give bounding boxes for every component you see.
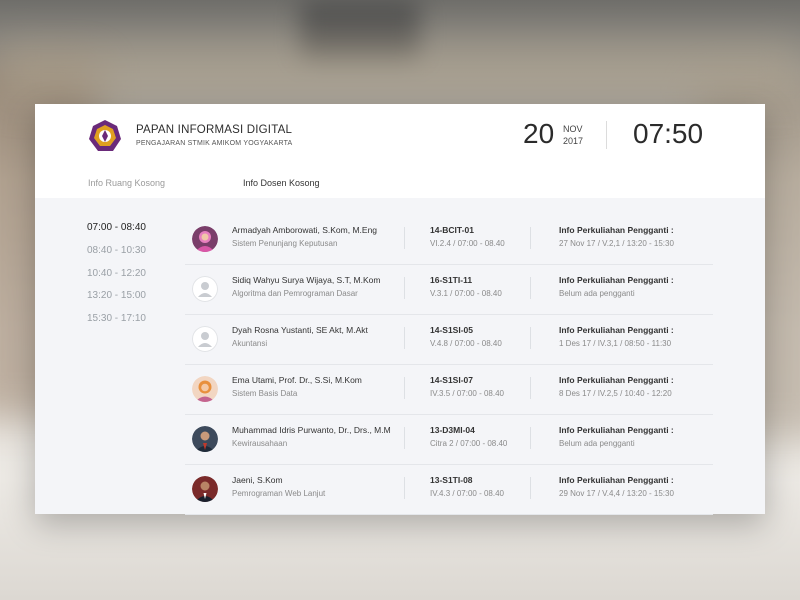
class-code: 13-D3MI-04 [430,425,475,435]
replacement-info-value: 8 Des 17 / IV.2,5 / 10:40 - 12:20 [559,389,672,398]
class-code: 13-S1TI-08 [430,475,473,485]
lecturer-row[interactable]: Ema Utami, Prof. Dr., S.Si, M.Kom Sistem… [185,365,713,415]
clock-time: 07:50 [633,118,704,149]
replacement-info-label: Info Perkuliahan Pengganti : [559,225,674,235]
class-code: 14-S1SI-07 [430,375,473,385]
placeholder-user-icon [192,276,218,302]
column-divider [530,427,531,449]
lecturer-name: Muhammad Idris Purwanto, Dr., Drs., M.M [232,425,391,435]
date-year: 2017 [563,136,584,146]
replacement-info-label: Info Perkuliahan Pengganti : [559,475,674,485]
lecturer-photo-avatar [192,376,218,402]
header-divider [606,121,607,149]
lecturer-name: Jaeni, S.Kom [232,475,283,485]
replacement-info-value: 1 Des 17 / IV.3,1 / 08:50 - 11:30 [559,339,672,348]
column-divider [530,227,531,249]
replacement-info-value: 29 Nov 17 / V.4,4 / 13:20 - 15:30 [559,489,674,498]
lecturer-name: Dyah Rosna Yustanti, SE Akt, M.Akt [232,325,368,335]
lecturer-photo-avatar [192,426,218,452]
lecturer-name: Ema Utami, Prof. Dr., S.Si, M.Kom [232,375,362,385]
board-title: PAPAN INFORMASI DIGITAL [136,124,293,136]
date-day: 20 [523,118,555,149]
time-slot-3[interactable]: 10:40 - 12:20 [87,268,146,291]
replacement-info-label: Info Perkuliahan Pengganti : [559,325,674,335]
room-time: V.4.8 / 07:00 - 08.40 [430,339,502,348]
replacement-info-value: Belum ada pengganti [559,289,635,298]
room-time: V.3.1 / 07:00 - 08.40 [430,289,502,298]
replacement-info-label: Info Perkuliahan Pengganti : [559,425,674,435]
lecturer-photo-avatar [192,226,218,252]
column-divider [404,277,405,299]
column-divider [530,477,531,499]
column-divider [404,427,405,449]
lecturer-name: Armadyah Amborowati, S.Kom, M.Eng [232,225,378,235]
column-divider [404,377,405,399]
lecturer-name: Sidiq Wahyu Surya Wijaya, S.T, M.Kom [232,275,381,285]
replacement-info-value: 27 Nov 17 / V.2,1 / 13:20 - 15:30 [559,239,674,248]
lecturer-photo-avatar [192,476,218,502]
lecturer-subject: Sistem Penunjang Keputusan [232,239,338,248]
column-divider [530,327,531,349]
placeholder-user-icon [192,326,218,352]
room-time: IV.4.3 / 07:00 - 08.40 [430,489,504,498]
column-divider [404,327,405,349]
column-divider [404,477,405,499]
class-code: 14-BCIT-01 [430,225,474,235]
lecturer-row[interactable]: Dyah Rosna Yustanti, SE Akt, M.Akt Akunt… [185,315,713,365]
class-code: 14-S1SI-05 [430,325,473,335]
room-time: VI.2.4 / 07:00 - 08.40 [430,239,505,248]
time-slot-list: 07:00 - 08:40 08:40 - 10:30 10:40 - 12:2… [87,222,146,336]
lecturer-row[interactable]: Sidiq Wahyu Surya Wijaya, S.T, M.Kom Alg… [185,265,713,315]
lecturer-row[interactable]: Muhammad Idris Purwanto, Dr., Drs., M.M … [185,415,713,465]
lecturer-row[interactable]: Jaeni, S.Kom Pemrograman Web Lanjut 13-S… [185,465,713,515]
lecturer-subject: Kewirausahaan [232,439,288,448]
time-slot-4[interactable]: 13:20 - 15:00 [87,290,146,313]
board-header: PAPAN INFORMASI DIGITAL PENGAJARAN STMIK… [35,104,765,198]
lecturer-row[interactable]: Armadyah Amborowati, S.Kom, M.Eng Sistem… [185,215,713,265]
lecturer-subject: Pemrograman Web Lanjut [232,489,326,498]
lecturer-subject: Akuntansi [232,339,268,348]
column-divider [530,377,531,399]
replacement-info-value: Belum ada pengganti [559,439,635,448]
room-time: IV.3.5 / 07:00 - 08.40 [430,389,504,398]
lecturer-list: Armadyah Amborowati, S.Kom, M.Eng Sistem… [185,215,713,515]
date-month: NOV [563,124,583,134]
lecturer-subject: Algoritma dan Pemrograman Dasar [232,289,358,298]
room-time: Citra 2 / 07:00 - 08.40 [430,439,508,448]
board-subtitle: PENGAJARAN STMIK AMIKOM YOGYAKARTA [136,140,293,147]
tab-info-dosen-kosong[interactable]: Info Dosen Kosong [243,178,320,188]
time-slot-2[interactable]: 08:40 - 10:30 [87,245,146,268]
tab-info-ruang-kosong[interactable]: Info Ruang Kosong [88,178,165,188]
info-board-card: PAPAN INFORMASI DIGITAL PENGAJARAN STMIK… [35,104,765,515]
replacement-info-label: Info Perkuliahan Pengganti : [559,275,674,285]
amikom-logo-icon [89,120,121,151]
replacement-info-label: Info Perkuliahan Pengganti : [559,375,674,385]
time-slot-5[interactable]: 15:30 - 17:10 [87,313,146,336]
column-divider [404,227,405,249]
class-code: 16-S1TI-11 [430,275,473,285]
lecturer-subject: Sistem Basis Data [232,389,298,398]
column-divider [530,277,531,299]
time-slot-1[interactable]: 07:00 - 08:40 [87,222,146,245]
